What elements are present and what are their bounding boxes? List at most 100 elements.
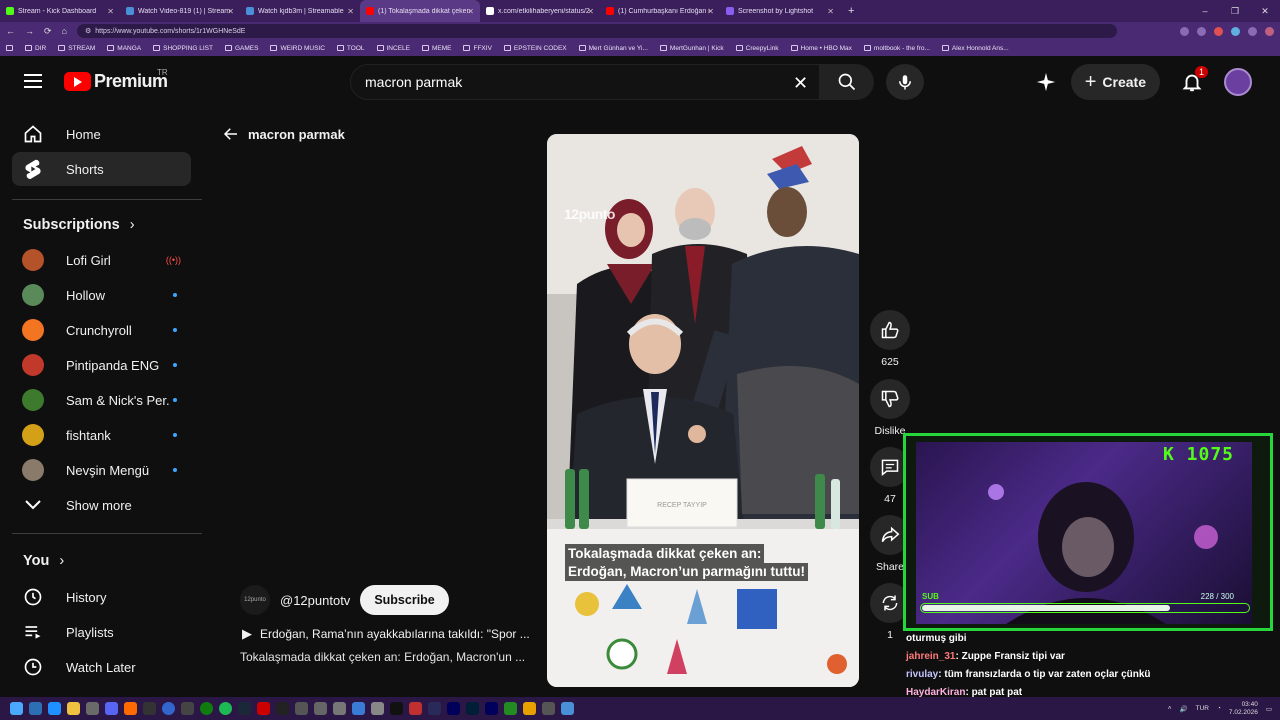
browser-tab[interactable]: Watch kjdb3m | Streamable ✕ (240, 0, 360, 22)
volume-icon[interactable]: 🔊 (1180, 705, 1188, 713)
arrow-left-icon[interactable] (222, 125, 240, 143)
channel-handle[interactable]: @12puntotv (280, 593, 350, 608)
new-tab-button[interactable]: + (840, 5, 862, 17)
keyboard-language[interactable]: TUR (1196, 705, 1209, 712)
clear-search-icon[interactable]: ✕ (793, 73, 808, 94)
clock[interactable]: 03:40 7.02.2026 (1229, 701, 1258, 717)
subscribe-button[interactable]: Subscribe (360, 585, 449, 615)
folder-icon[interactable] (67, 702, 80, 715)
tab-close-icon[interactable]: ✕ (467, 7, 474, 16)
bookmark-item[interactable]: GAMES (225, 45, 258, 52)
taskbar-app-icon[interactable] (428, 702, 441, 715)
video-title[interactable]: Tokalaşmada dikkat çeken an: Erdoğan, Ma… (240, 650, 540, 664)
bookmark-item[interactable]: STREAM (58, 45, 95, 52)
subscription-item[interactable]: Pintipanda ENG (12, 348, 191, 382)
extension-icon[interactable] (1214, 26, 1223, 36)
taskbar-app-icon[interactable] (447, 702, 460, 715)
bookmark-item[interactable]: MertGunhan | Kick (659, 45, 724, 52)
browser-tab[interactable]: Watch Video-819 (1) | Streamable✕ (120, 0, 240, 22)
bookmark-item[interactable]: Alex Honnold Ans... (941, 45, 1009, 52)
bookmark-item[interactable]: Mert Günhan ve Yi... (578, 45, 648, 52)
browser-tab[interactable]: Stream - Kick Dashboard ✕ (0, 0, 120, 22)
taskbar-app-icon[interactable] (314, 702, 327, 715)
sidebar-item-playlists[interactable]: Playlists (12, 615, 191, 649)
bookmark-item[interactable]: MEME (421, 45, 451, 52)
subscription-item[interactable]: Nevşin Mengü (12, 453, 191, 487)
windows-start-icon[interactable] (10, 702, 23, 715)
bookmark-item[interactable]: MANGA (107, 45, 141, 52)
taskbar-app-icon[interactable] (143, 702, 156, 715)
extension-icon[interactable] (1180, 26, 1189, 36)
notification-center-icon[interactable]: ▭ (1266, 705, 1272, 713)
taskbar-app-icon[interactable] (276, 702, 289, 715)
channel-avatar[interactable]: 12punto (240, 585, 270, 615)
tray-chevron-icon[interactable]: ˄ (1168, 705, 1172, 712)
taskbar-app-icon[interactable] (561, 702, 574, 715)
bookmark-item[interactable]: SHOPPING LIST (153, 45, 213, 52)
bookmark-item[interactable]: WEIRD MUSIC (270, 45, 325, 52)
tab-close-icon[interactable]: ✕ (707, 7, 714, 16)
bookmark-item[interactable]: moltbook - the fro... (863, 45, 930, 52)
taskbar-app-icon[interactable] (352, 702, 365, 715)
search-button[interactable] (820, 64, 874, 100)
xbox-icon[interactable] (200, 702, 213, 715)
sidebar-item-history[interactable]: History (12, 580, 191, 614)
taskbar-app-icon[interactable] (105, 702, 118, 715)
taskbar-app-icon[interactable] (542, 702, 555, 715)
tab-close-icon[interactable]: ✕ (107, 7, 114, 16)
extension-icon[interactable] (1197, 26, 1206, 36)
subscription-item[interactable]: Sam & Nick's Per... (12, 383, 191, 417)
subscription-item[interactable]: Crunchyroll (12, 313, 191, 347)
taskbar-app-icon[interactable] (86, 702, 99, 715)
taskbar-app-icon[interactable] (257, 702, 270, 715)
bookmark-item[interactable]: TOOL (336, 45, 365, 52)
sidebar-item-watch-later[interactable]: Watch Later (12, 650, 191, 684)
voice-search-button[interactable] (886, 64, 924, 100)
sidebar-item-home[interactable]: Home (12, 117, 191, 151)
menu-icon[interactable] (24, 74, 42, 88)
close-window-button[interactable]: ✕ (1250, 6, 1280, 17)
profile-icon[interactable] (1265, 26, 1274, 36)
site-info-icon[interactable]: ⚙ (85, 27, 91, 35)
taskbar-app-icon[interactable] (390, 702, 403, 715)
browser-tab[interactable]: Screenshot by Lightshot ✕ (720, 0, 840, 22)
create-button[interactable]: + Create (1070, 64, 1160, 100)
search-input[interactable]: macron parmak (350, 64, 820, 100)
ai-sparkle-icon[interactable] (1035, 71, 1057, 93)
back-nav-icon[interactable]: ← (6, 26, 15, 36)
sidebar-item-shorts[interactable]: Shorts (12, 152, 191, 186)
taskbar-app-icon[interactable] (295, 702, 308, 715)
apps-icon[interactable] (6, 45, 13, 51)
you-heading[interactable]: You › (23, 553, 64, 569)
taskbar-app-icon[interactable] (523, 702, 536, 715)
bookmark-item[interactable]: INCELE (376, 45, 410, 52)
taskbar-app-icon[interactable] (371, 702, 384, 715)
dislike-button[interactable] (870, 379, 910, 419)
home-nav-icon[interactable]: ⌂ (62, 26, 67, 36)
browser-tab[interactable]: (1) Tokalaşmada dikkat çeken ✕ (360, 0, 480, 22)
related-video-link[interactable]: ▶ Erdoğan, Rama’nın ayakkabılarına takıl… (242, 626, 542, 642)
bookmark-item[interactable]: EPSTEIN CODEX (503, 45, 567, 52)
browser-tab[interactable]: x.com/etkilihaberyeni/status/2017...✕ (480, 0, 600, 22)
url-field[interactable]: ⚙ https://www.youtube.com/shorts/1r1WGHN… (76, 24, 1117, 38)
tab-close-icon[interactable]: ✕ (227, 7, 234, 16)
notifications-button[interactable]: 1 (1174, 64, 1210, 100)
like-button[interactable] (870, 310, 910, 350)
subscription-item[interactable]: Hollow (12, 278, 191, 312)
reload-icon[interactable]: ⟳ (44, 26, 52, 37)
subscriptions-heading[interactable]: Subscriptions › (23, 217, 135, 233)
bookmark-item[interactable]: FFXIV (463, 45, 492, 52)
maximize-button[interactable]: ❐ (1220, 6, 1250, 17)
subscription-item[interactable]: fishtank (12, 418, 191, 452)
spotify-icon[interactable] (219, 702, 232, 715)
extension-icon[interactable] (1231, 26, 1240, 36)
extension-icon[interactable] (1248, 26, 1257, 36)
minimize-button[interactable]: – (1190, 6, 1220, 16)
forward-nav-icon[interactable]: → (25, 26, 34, 36)
taskbar-app-icon[interactable] (181, 702, 194, 715)
steam-icon[interactable] (238, 702, 251, 715)
taskbar-app-icon[interactable] (485, 702, 498, 715)
youtube-premium-logo[interactable]: Premium TR (64, 68, 168, 92)
shorts-video-player[interactable]: RECEP TAYYIP 12punto Tokalaşmada dikkat … (547, 134, 859, 687)
chat-username[interactable]: rivulay (906, 669, 938, 680)
